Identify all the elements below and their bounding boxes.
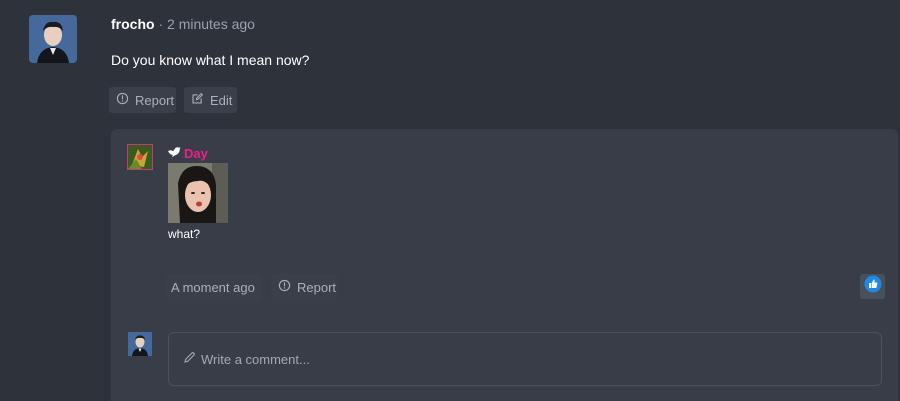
comment-input[interactable]: Write a comment... xyxy=(168,332,882,386)
meta-separator: · xyxy=(158,16,164,32)
author-avatar[interactable] xyxy=(29,15,77,63)
post-body: Do you know what I mean now? xyxy=(111,52,310,68)
reply-report-button[interactable]: Report xyxy=(271,274,338,300)
bird-icon xyxy=(167,146,181,161)
post-meta: frocho · 2 minutes ago xyxy=(111,16,255,32)
reply-avatar[interactable] xyxy=(127,144,153,170)
reply-image[interactable] xyxy=(168,163,228,223)
alert-circle-icon xyxy=(116,92,129,108)
current-user-avatar xyxy=(128,332,152,356)
edit-button[interactable]: Edit xyxy=(184,87,237,113)
reply-author[interactable]: Day xyxy=(167,146,208,161)
thumbs-up-icon xyxy=(864,275,882,298)
post-author[interactable]: frocho xyxy=(111,16,155,32)
report-button[interactable]: Report xyxy=(109,87,176,113)
edit-icon xyxy=(191,92,204,108)
edit-label: Edit xyxy=(210,92,233,108)
alert-circle-icon xyxy=(278,279,291,295)
like-button[interactable] xyxy=(860,274,885,299)
reply-timestamp-label: A moment ago xyxy=(171,279,255,295)
reply-text: what? xyxy=(168,227,201,241)
comment-placeholder: Write a comment... xyxy=(201,351,310,367)
pencil-icon xyxy=(183,351,196,367)
reply-timestamp[interactable]: A moment ago xyxy=(165,274,262,300)
report-label: Report xyxy=(135,92,175,108)
reply-author-name: Day xyxy=(184,146,208,161)
post-timestamp[interactable]: 2 minutes ago xyxy=(167,16,255,32)
reply-report-label: Report xyxy=(297,279,337,295)
